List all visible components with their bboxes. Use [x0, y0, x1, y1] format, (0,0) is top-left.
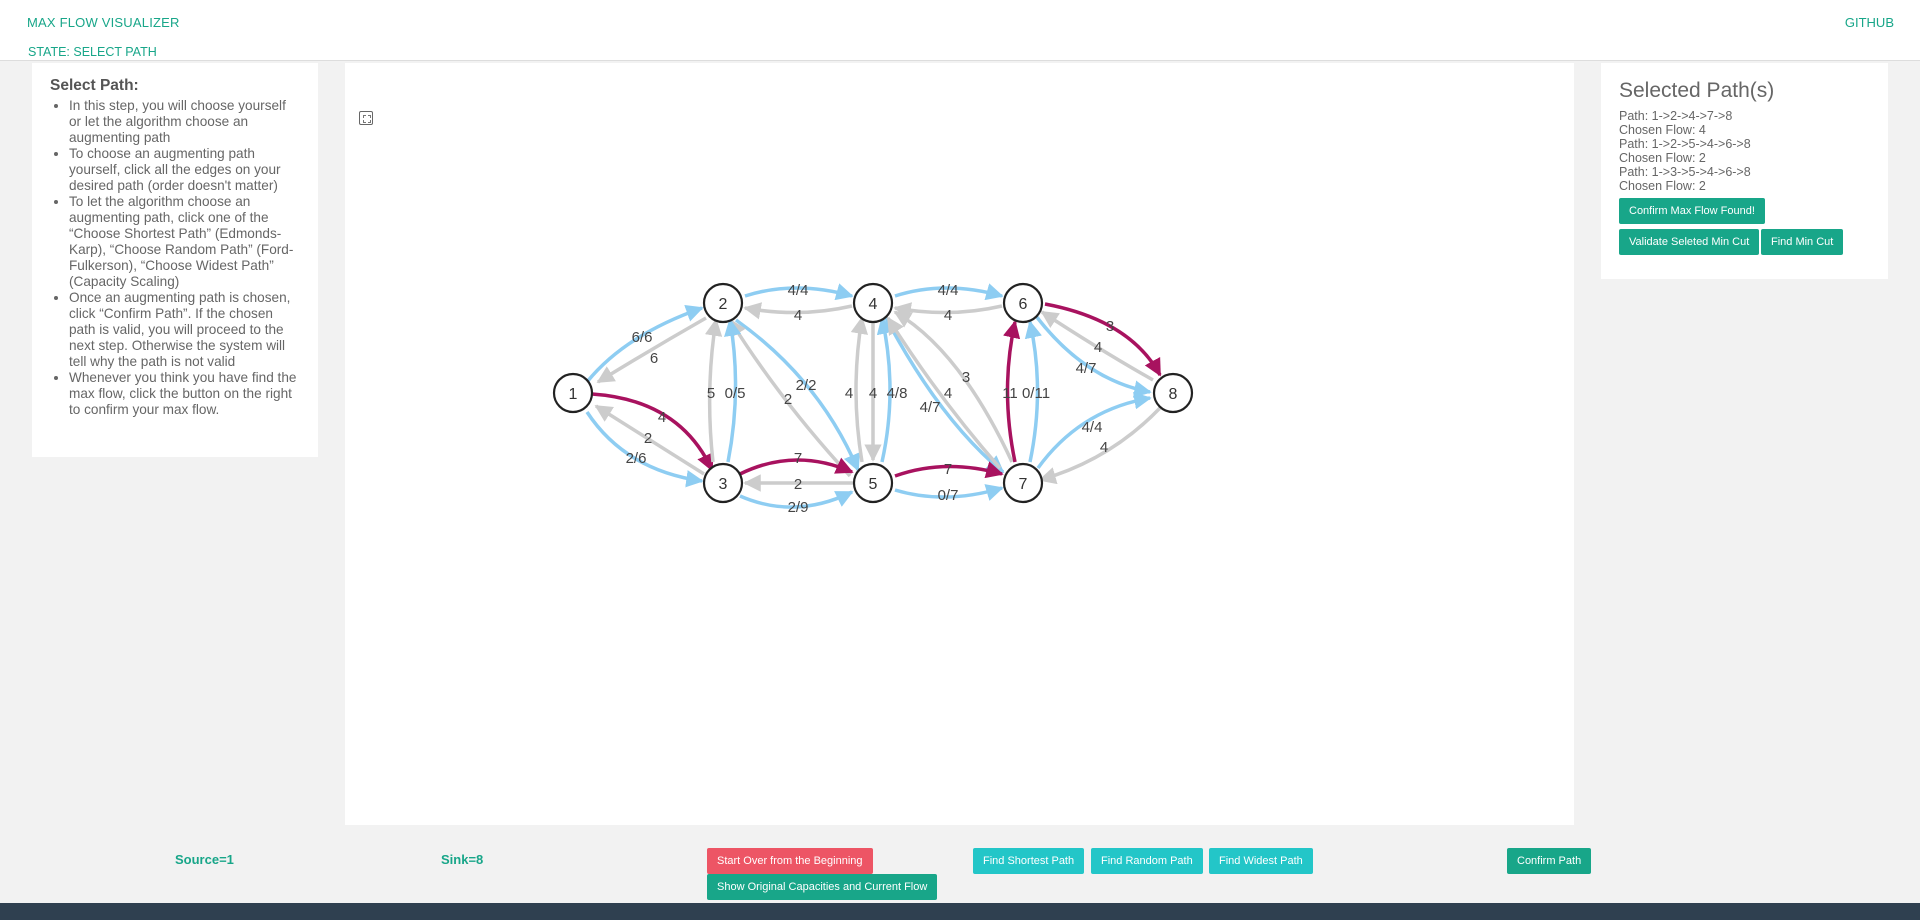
edge-label: 2	[644, 430, 652, 447]
edge-label: 3	[1106, 318, 1114, 335]
edge-7-4-residual-2[interactable]	[893, 310, 1014, 463]
validate-min-cut-button[interactable]: Validate Seleted Min Cut	[1619, 229, 1760, 255]
edge-label: 4/4	[788, 282, 809, 299]
selected-paths-title: Selected Path(s)	[1619, 79, 1775, 102]
edge-label: 2/6	[626, 450, 647, 467]
edge-label: 0/5	[725, 385, 746, 402]
edge-label: 4/7	[1076, 360, 1097, 377]
node-3[interactable]: 3	[702, 462, 744, 504]
edge-2-5-flow[interactable]	[734, 318, 860, 472]
find-random-path-button[interactable]: Find Random Path	[1091, 848, 1203, 874]
edge-label: 2/2	[796, 377, 817, 394]
edge-label: 4/7	[920, 399, 941, 416]
node-label: 1	[569, 386, 578, 403]
confirm-max-flow-button[interactable]: Confirm Max Flow Found!	[1619, 198, 1765, 224]
source-label: Source=1	[175, 852, 234, 867]
edge-label: 4	[944, 385, 952, 402]
node-label: 2	[719, 296, 728, 313]
instruction-item: Once an augmenting path is chosen, click…	[69, 290, 300, 370]
top-navbar: MAX FLOW VISUALIZER GITHUB STATE: SELECT…	[0, 0, 1920, 61]
show-original-capacities-button[interactable]: Show Original Capacities and Current Flo…	[707, 874, 938, 900]
edge-label: 4	[845, 385, 853, 402]
edge-label: 0/7	[938, 487, 959, 504]
find-widest-path-button[interactable]: Find Widest Path	[1209, 848, 1313, 874]
instruction-item: In this step, you will choose yourself o…	[69, 98, 300, 146]
path-line: Chosen Flow: 4	[1619, 123, 1706, 137]
edge-label: 4/4	[938, 282, 959, 299]
instructions-panel: Select Path: In this step, you will choo…	[32, 63, 318, 457]
edge-label: 2	[784, 391, 792, 408]
instructions-list: In this step, you will choose yourself o…	[50, 98, 300, 418]
confirm-path-button[interactable]: Confirm Path	[1507, 848, 1592, 874]
edge-label: 6	[650, 350, 658, 367]
path-line: Path: 1->2->5->4->6->8	[1619, 137, 1751, 151]
node-7[interactable]: 7	[1002, 462, 1044, 504]
node-2[interactable]: 2	[702, 282, 744, 324]
start-over-button[interactable]: Start Over from the Beginning	[707, 848, 873, 874]
edge-label: 4/4	[1082, 419, 1103, 436]
edge-label: 5	[707, 385, 715, 402]
edge-label: 4	[944, 307, 952, 324]
graph-canvas[interactable]: 6/6 6 2/6 2 4 4/4 4 2/2 2 5 0/5 2/9 2 7 …	[345, 63, 1574, 825]
edge-label: 4	[1094, 339, 1102, 356]
node-label: 8	[1169, 386, 1178, 403]
find-shortest-path-button[interactable]: Find Shortest Path	[973, 848, 1085, 874]
node-label: 7	[1019, 476, 1028, 493]
footer-bar	[0, 903, 1920, 920]
node-label: 5	[869, 476, 878, 493]
instruction-item: To let the algorithm choose an augmentin…	[69, 194, 300, 290]
path-line: Path: 1->2->4->7->8	[1619, 109, 1733, 123]
node-label: 4	[869, 296, 878, 313]
instructions-title: Select Path:	[50, 77, 139, 94]
edge-label: 3	[962, 369, 970, 386]
edge-5-4-residual[interactable]	[850, 316, 869, 463]
node-5[interactable]: 5	[852, 462, 894, 504]
edge-label: 0/11	[1022, 385, 1050, 402]
path-line: Chosen Flow: 2	[1619, 179, 1706, 193]
instruction-item: To choose an augmenting path yourself, c…	[69, 146, 300, 194]
edge-label: 7	[944, 461, 952, 478]
edge-label: 4	[658, 409, 666, 426]
edge-label: 4	[869, 385, 877, 402]
edge-label: 4	[1100, 439, 1108, 456]
edge-label: 2/9	[788, 499, 809, 516]
flow-network-graph[interactable]: 6/6 6 2/6 2 4 4/4 4 2/2 2 5 0/5 2/9 2 7 …	[345, 63, 1574, 825]
edge-label: 4/8	[887, 385, 908, 402]
app-brand[interactable]: MAX FLOW VISUALIZER	[27, 15, 180, 30]
node-4[interactable]: 4	[852, 282, 894, 324]
node-8[interactable]: 8	[1152, 372, 1194, 414]
path-line: Chosen Flow: 2	[1619, 151, 1706, 165]
edge-label: 6/6	[632, 329, 653, 346]
node-label: 6	[1019, 296, 1028, 313]
node-label: 3	[719, 476, 728, 493]
instruction-item: Whenever you think you have find the max…	[69, 370, 300, 418]
edge-label: 7	[794, 450, 802, 467]
node-6[interactable]: 6	[1002, 282, 1044, 324]
node-1[interactable]: 1	[552, 372, 594, 414]
sink-label: Sink=8	[441, 852, 484, 867]
edge-label: 11	[1002, 385, 1018, 402]
edge-6-8-selected[interactable]	[1044, 302, 1162, 377]
find-min-cut-button[interactable]: Find Min Cut	[1761, 229, 1844, 255]
state-indicator: STATE: SELECT PATH	[28, 45, 157, 59]
selected-paths-panel: Selected Path(s) Path: 1->2->4->7->8 Cho…	[1601, 63, 1888, 279]
path-line: Path: 1->3->5->4->6->8	[1619, 165, 1751, 179]
github-link[interactable]: GITHUB	[1845, 15, 1894, 30]
edge-label: 2	[794, 476, 802, 493]
edge-label: 4	[794, 307, 802, 324]
